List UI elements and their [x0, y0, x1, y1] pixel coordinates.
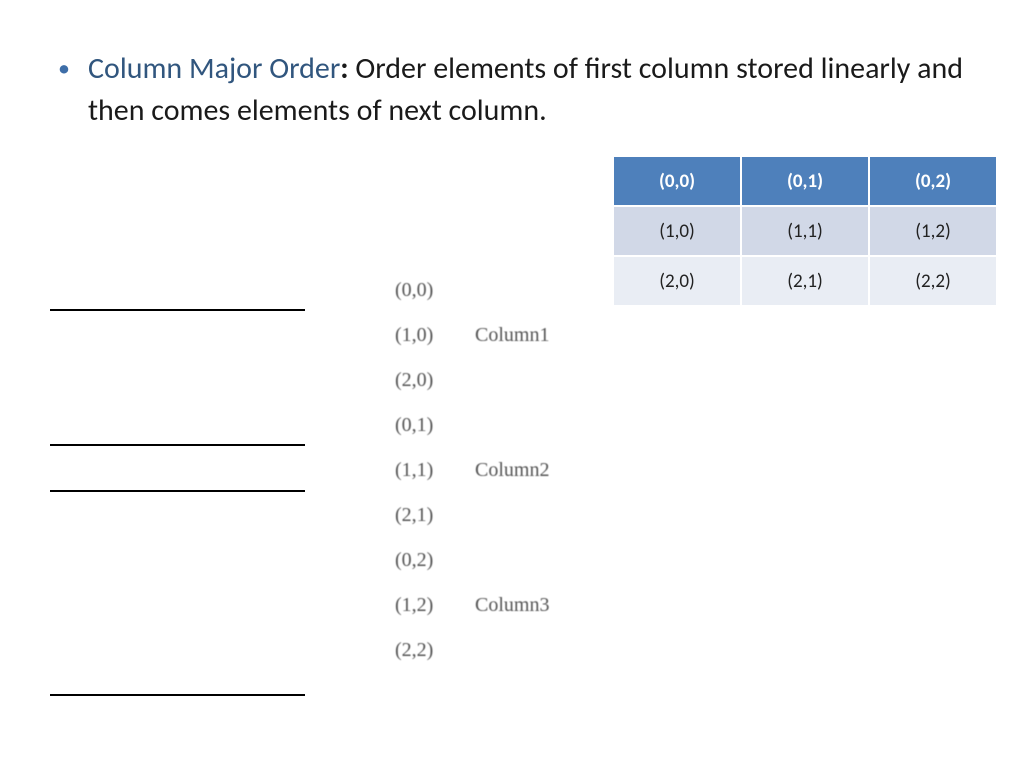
linear-cell: (2,0) — [395, 369, 475, 392]
divider-line — [50, 490, 305, 492]
list-item: (0,1) — [395, 403, 595, 448]
list-item: (1,1)Column2 — [395, 448, 595, 493]
linear-list: (0,0) (1,0)Column1 (2,0) (0,1) (1,1)Colu… — [395, 268, 595, 673]
linear-cell: (1,1) — [395, 459, 475, 482]
list-item: (2,1) — [395, 493, 595, 538]
cell-1-2: (1,2) — [869, 206, 997, 256]
cell-2-2: (2,2) — [869, 256, 997, 306]
linear-cell: (2,1) — [395, 504, 475, 527]
divider-line — [50, 694, 305, 696]
table-row: (1,0) (1,1) (1,2) — [613, 206, 997, 256]
list-item: (2,0) — [395, 358, 595, 403]
linear-label: Column3 — [475, 594, 595, 617]
cell-2-0: (2,0) — [613, 256, 741, 306]
linear-cell: (0,0) — [395, 279, 475, 302]
bullet-colon: : — [340, 50, 355, 87]
cell-0-1: (0,1) — [741, 156, 869, 206]
bullet-item: • Column Major Order: Order elements of … — [54, 48, 964, 132]
divider-line — [50, 309, 305, 311]
bullet-text: Column Major Order: Order elements of fi… — [88, 48, 964, 132]
cell-1-1: (1,1) — [741, 206, 869, 256]
list-item: (1,2)Column3 — [395, 583, 595, 628]
linear-cell: (0,1) — [395, 414, 475, 437]
list-item: (0,0) — [395, 268, 595, 313]
linear-cell: (0,2) — [395, 549, 475, 572]
table-row: (2,0) (2,1) (2,2) — [613, 256, 997, 306]
linear-cell: (1,0) — [395, 324, 475, 347]
divider-line — [50, 444, 305, 446]
list-item: (2,2) — [395, 628, 595, 673]
cell-0-2: (0,2) — [869, 156, 997, 206]
linear-label: Column2 — [475, 459, 595, 482]
list-item: (1,0)Column1 — [395, 313, 595, 358]
bullet-term: Column Major Order — [88, 50, 340, 87]
linear-cell: (1,2) — [395, 594, 475, 617]
cell-1-0: (1,0) — [613, 206, 741, 256]
cell-2-1: (2,1) — [741, 256, 869, 306]
table-row: (0,0) (0,1) (0,2) — [613, 156, 997, 206]
index-matrix: (0,0) (0,1) (0,2) (1,0) (1,1) (1,2) (2,0… — [612, 155, 998, 307]
bullet-icon: • — [54, 48, 88, 90]
linear-cell: (2,2) — [395, 639, 475, 662]
list-item: (0,2) — [395, 538, 595, 583]
cell-0-0: (0,0) — [613, 156, 741, 206]
slide: • Column Major Order: Order elements of … — [0, 0, 1024, 768]
linear-label: Column1 — [475, 324, 595, 347]
